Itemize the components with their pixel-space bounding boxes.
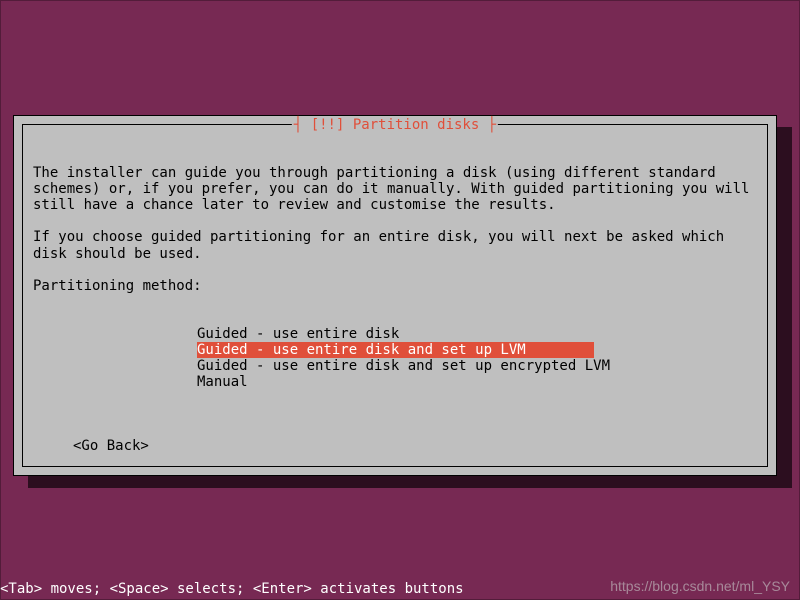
dialog-title: ┤ [!!] Partition disks ├ [292,117,498,133]
dialog-border: ┤ [!!] Partition disks ├ The installer c… [22,124,768,467]
intro-paragraph-1: The installer can guide you through part… [33,165,758,213]
partitioning-method-label: Partitioning method: [33,278,202,294]
partition-dialog: ┤ [!!] Partition disks ├ The installer c… [13,115,777,476]
option-guided-lvm[interactable]: Guided - use entire disk and set up LVM [197,342,594,358]
dialog-content: The installer can guide you through part… [23,125,767,497]
help-bar: <Tab> moves; <Space> selects; <Enter> ac… [0,581,464,597]
partitioning-options: Guided - use entire diskGuided - use ent… [197,310,757,390]
title-text: Partition disks [353,117,479,133]
go-back-button[interactable]: <Go Back> [73,438,757,454]
intro-paragraph-2: If you choose guided partitioning for an… [33,229,733,261]
option-guided-encrypted-lvm[interactable]: Guided - use entire disk and set up encr… [197,358,757,374]
title-alert-prefix: [!!] [311,117,353,133]
watermark: https://blog.csdn.net/ml_YSY [610,578,790,594]
option-guided-entire-disk[interactable]: Guided - use entire disk [197,326,757,342]
title-decoration-left: ┤ [294,117,311,133]
option-manual[interactable]: Manual [197,374,757,390]
title-decoration-right: ├ [479,117,496,133]
